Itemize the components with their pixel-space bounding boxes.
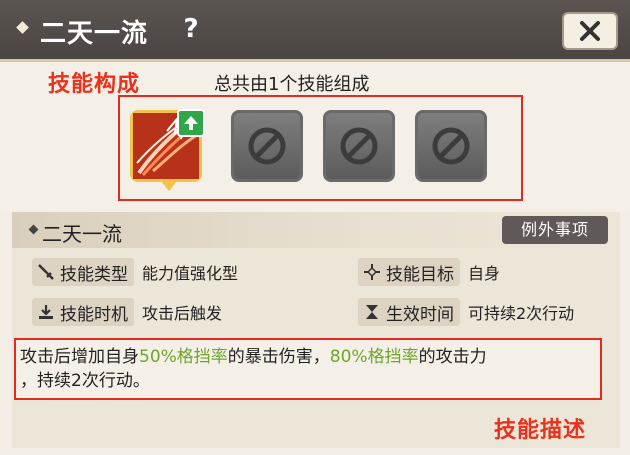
close-button[interactable] (562, 12, 618, 50)
prohibited-icon (432, 127, 470, 165)
close-icon (580, 21, 600, 41)
desc-text-4: ，持续2次行动。 (20, 371, 150, 391)
selection-pointer (161, 181, 177, 191)
composition-annotation: 技能构成 (48, 72, 141, 97)
prohibited-icon (248, 127, 286, 165)
title-bar: 二天一流 ? (0, 0, 630, 62)
diamond-icon (16, 21, 29, 34)
desc-highlight-1: 50%格挡率 (139, 347, 228, 367)
desc-text-1: 攻击后增加自身 (20, 347, 139, 367)
page-title: 二天一流 (40, 19, 149, 49)
desc-highlight-2: 80%格挡率 (329, 347, 419, 367)
hourglass-icon (362, 302, 382, 322)
skill-type-value: 能力值强化型 (142, 264, 239, 283)
sword-icon (36, 262, 56, 282)
skill-timing-label: 技能时机 (60, 304, 128, 325)
skill-timing-row: 技能时机 攻击后触发 (32, 298, 222, 326)
skill-name: 二天一流 (42, 222, 122, 246)
skill-duration-row: 生效时间 可持续2次行动 (358, 298, 574, 326)
skill-timing-value: 攻击后触发 (142, 304, 223, 323)
skill-type-row: 技能类型 能力值强化型 (32, 258, 238, 286)
description-annotation: 技能描述 (494, 418, 587, 443)
composition-summary: 总共由1个技能组成 (214, 74, 370, 95)
skill-slot-1[interactable] (130, 109, 205, 191)
skill-description: 攻击后增加自身50%格挡率的暴击伤害，80%格挡率的攻击力 ，持续2次行动。 (20, 345, 600, 393)
skill-duration-label: 生效时间 (386, 304, 454, 325)
prohibited-icon (340, 127, 378, 165)
skill-type-label: 技能类型 (60, 264, 128, 285)
skill-duration-tag: 生效时间 (358, 298, 460, 326)
skill-slot-3[interactable] (323, 110, 395, 182)
skill-timing-tag: 技能时机 (32, 298, 134, 326)
upgrade-arrow-icon (177, 109, 205, 137)
skill-slot-2[interactable] (231, 110, 303, 182)
download-tray-icon (36, 302, 56, 322)
skill-target-tag: 技能目标 (358, 258, 460, 286)
desc-text-2: 的暴击伤害， (227, 347, 330, 367)
diamond-icon (28, 224, 39, 235)
skill-slot-4[interactable] (415, 110, 487, 182)
crosshair-icon (362, 262, 382, 282)
skill-duration-value: 可持续2次行动 (468, 304, 575, 323)
help-button[interactable]: ? (174, 12, 208, 46)
skill-target-label: 技能目标 (386, 264, 454, 285)
skill-target-value: 自身 (468, 264, 501, 283)
skill-target-row: 技能目标 自身 (358, 258, 500, 286)
skill-type-tag: 技能类型 (32, 258, 134, 286)
desc-text-3: 的攻击力 (418, 347, 487, 367)
exception-button[interactable]: 例外事项 (502, 216, 608, 244)
